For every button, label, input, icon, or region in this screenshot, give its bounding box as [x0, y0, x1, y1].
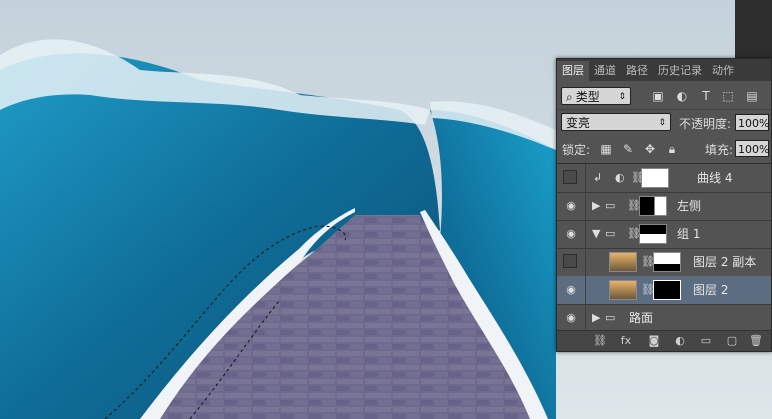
new-layer-icon[interactable]: ▢	[725, 334, 739, 348]
visibility-toggle-off[interactable]	[563, 170, 577, 184]
mask-thumbnail	[653, 280, 681, 300]
expand-arrow-icon[interactable]: ▶	[592, 192, 600, 220]
layer-name: 左侧	[677, 199, 702, 213]
mask-thumbnail	[641, 168, 669, 188]
pixel-filter-icon[interactable]: ▣	[651, 89, 665, 103]
layer-row-layer-2-copy[interactable]: ⛓ 图层 2 副本	[557, 248, 771, 277]
folder-open-icon: ▭	[605, 227, 616, 240]
lock-transparency-icon[interactable]: ▦	[599, 142, 613, 156]
mask-thumbnail	[653, 252, 681, 272]
divider	[585, 164, 586, 192]
tab-actions[interactable]: 动作	[707, 61, 739, 81]
filter-kind-select[interactable]: ⌕ 类型 ⇕	[561, 87, 631, 105]
divider	[585, 304, 586, 332]
lock-label: 锁定:	[562, 143, 591, 157]
tab-history[interactable]: 历史记录	[653, 61, 707, 81]
layer-filter-row: ⌕ 类型 ⇕ ▣ ◐ T ⬚ ▤	[557, 83, 771, 110]
fx-icon[interactable]: fx	[619, 334, 633, 348]
visibility-toggle-off[interactable]	[563, 254, 577, 268]
adjustment-icon: ◐	[615, 171, 625, 184]
layer-thumbnail	[609, 280, 637, 300]
layers-panel: 图层 通道 路径 历史记录 动作 ⌕ 类型 ⇕ ▣ ◐ T ⬚ ▤ 变亮 ⇕ 不透明度…	[556, 58, 772, 352]
tab-channels[interactable]: 通道	[589, 61, 621, 81]
lock-row: 锁定: ▦ ✎ ✥ 🔒︎ 填充: 100%	[557, 137, 771, 161]
layer-name: 曲线 4	[697, 171, 733, 185]
collapse-arrow-icon[interactable]: ▼	[592, 220, 600, 248]
chevron-updown-icon: ⇕	[658, 118, 666, 128]
layers-panel-footer: ⛓ fx ◙ ◐ ▭ ▢ 🗑︎	[557, 330, 771, 351]
eye-icon[interactable]: ◉	[564, 311, 578, 325]
fill-label: 填充:	[705, 143, 734, 157]
shape-filter-icon[interactable]: ⬚	[721, 89, 735, 103]
folder-icon: ▭	[605, 311, 616, 324]
trash-icon[interactable]: 🗑︎	[749, 334, 763, 348]
blend-mode-select[interactable]: 变亮 ⇕	[561, 113, 671, 131]
layer-name: 路面	[629, 311, 654, 325]
lock-position-icon[interactable]: ✥	[643, 142, 657, 156]
canvas-scrollbar[interactable]	[735, 0, 772, 58]
chevron-updown-icon: ⇕	[618, 92, 626, 102]
link-layers-icon[interactable]: ⛓	[593, 334, 607, 348]
mask-thumbnail	[639, 224, 667, 244]
eye-icon[interactable]: ◉	[564, 199, 578, 213]
divider	[585, 192, 586, 220]
add-mask-icon[interactable]: ◙	[647, 334, 661, 348]
layer-row-curves[interactable]: ↲ ◐ ⛓ 曲线 4	[557, 164, 771, 193]
expand-arrow-icon[interactable]: ▶	[592, 304, 600, 332]
lock-pixels-icon[interactable]: ✎	[621, 142, 635, 156]
adjustment-layer-icon[interactable]: ◐	[673, 334, 687, 348]
layer-name: 图层 2 副本	[693, 255, 757, 269]
fill-field[interactable]: 100%	[735, 140, 769, 157]
layer-row-road-group[interactable]: ◉ ▶ ▭ 路面	[557, 304, 771, 333]
opacity-label: 不透明度:	[679, 117, 732, 131]
clip-arrow-icon: ↲	[593, 171, 603, 184]
layer-row-group-1[interactable]: ◉ ▼ ▭ ⛓ 组 1	[557, 220, 771, 249]
smart-object-filter-icon[interactable]: ▤	[745, 89, 759, 103]
lock-all-icon[interactable]: 🔒︎	[665, 142, 679, 156]
blend-mode-value: 变亮	[566, 116, 591, 130]
filter-kind-label: 类型	[575, 90, 600, 104]
tab-layers[interactable]: 图层	[557, 61, 589, 81]
blend-row: 变亮 ⇕ 不透明度: 100%	[557, 111, 771, 135]
layer-row-left-group[interactable]: ◉ ▶ ▭ ⛓ 左侧	[557, 192, 771, 221]
type-filter-icon[interactable]: T	[699, 89, 713, 103]
layer-name: 组 1	[677, 227, 701, 241]
adjustment-filter-icon[interactable]: ◐	[675, 89, 689, 103]
opacity-field[interactable]: 100%	[735, 114, 769, 131]
eye-icon[interactable]: ◉	[564, 283, 578, 297]
folder-icon: ▭	[605, 199, 616, 212]
search-icon: ⌕	[566, 90, 573, 104]
layer-name: 图层 2	[693, 283, 729, 297]
layer-row-layer-2[interactable]: ◉ ⛓ 图层 2	[557, 276, 771, 305]
panel-tabs: 图层 通道 路径 历史记录 动作	[557, 59, 771, 81]
divider	[585, 220, 586, 248]
new-group-icon[interactable]: ▭	[699, 334, 713, 348]
divider	[585, 248, 586, 276]
divider	[585, 276, 586, 304]
layer-list: ↲ ◐ ⛓ 曲线 4 ◉ ▶ ▭ ⛓ 左侧 ◉ ▼ ▭ ⛓ 组 1 ⛓ 图层 2…	[557, 163, 771, 333]
eye-icon[interactable]: ◉	[564, 227, 578, 241]
mask-thumbnail	[639, 196, 667, 216]
layer-thumbnail	[609, 252, 637, 272]
tab-paths[interactable]: 路径	[621, 61, 653, 81]
